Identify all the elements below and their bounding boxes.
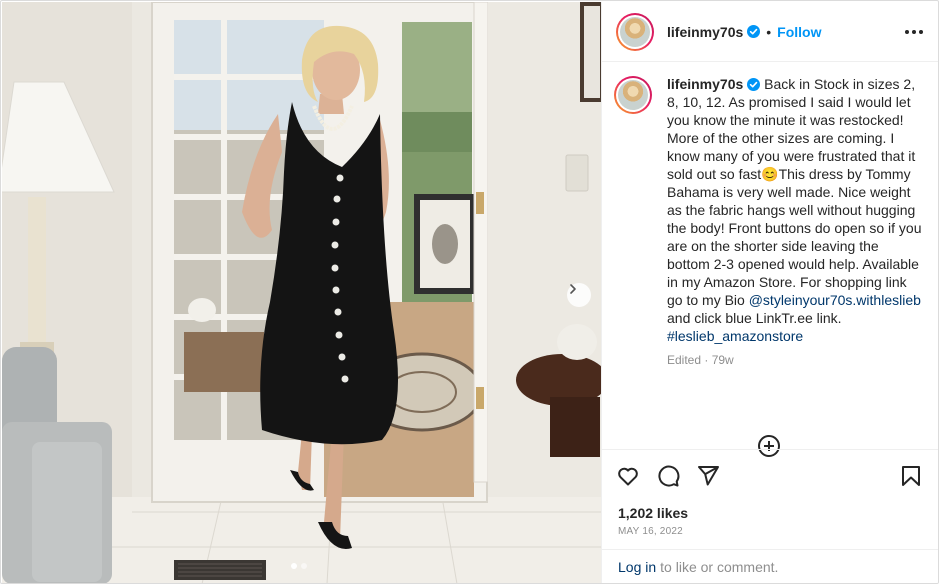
comment-button[interactable]	[656, 464, 680, 488]
likes-count[interactable]: 1,202 likes	[618, 505, 688, 521]
mention-link[interactable]: @styleinyour70s.withleslieb	[749, 292, 921, 308]
post-header: lifeinmy70s • Follow	[602, 2, 938, 62]
like-button[interactable]	[616, 464, 640, 488]
avatar[interactable]	[616, 12, 654, 51]
verified-badge-icon	[747, 25, 761, 38]
caption-avatar[interactable]	[614, 76, 652, 114]
chevron-right-icon	[570, 284, 576, 294]
share-button[interactable]	[696, 464, 720, 488]
instagram-post-embed: lifeinmy70s • Follow lifeinmy70s Back in…	[0, 0, 939, 584]
action-bar	[602, 449, 938, 501]
carousel-dot	[301, 563, 307, 569]
heart-icon	[618, 467, 638, 485]
separator: •	[766, 23, 772, 40]
verified-badge-icon	[747, 78, 761, 91]
caption-row: lifeinmy70s Back in Stock in sizes 2, 8,…	[614, 75, 923, 345]
carousel-dot	[291, 563, 297, 569]
login-prompt-text: to like or comment.	[660, 559, 779, 575]
caption-tail: and click blue LinkTr.ee link.	[667, 310, 842, 326]
login-prompt: Log in to like or comment.	[602, 549, 938, 583]
comments-area[interactable]: lifeinmy70s Back in Stock in sizes 2, 8,…	[602, 63, 938, 449]
photo-illustration	[2, 2, 601, 583]
caption-username[interactable]: lifeinmy70s	[667, 76, 743, 92]
carousel-next-button[interactable]	[567, 283, 591, 307]
avatar-image	[618, 80, 648, 110]
save-button[interactable]	[899, 464, 923, 488]
more-options-icon[interactable]	[905, 29, 923, 34]
caption-meta: Edited · 79w	[667, 353, 734, 367]
carousel-indicator	[291, 563, 307, 569]
caption-body: Back in Stock in sizes 2, 8, 10, 12. As …	[667, 76, 922, 308]
post-side-panel: lifeinmy70s • Follow lifeinmy70s Back in…	[601, 2, 938, 583]
comment-icon	[658, 465, 680, 487]
post-date[interactable]: May 16, 2022	[618, 526, 683, 537]
post-photo[interactable]	[2, 2, 601, 583]
hashtag-link[interactable]: #leslieb_amazonstore	[667, 328, 803, 344]
follow-button[interactable]: Follow	[777, 24, 821, 40]
username-link[interactable]: lifeinmy70s	[667, 24, 743, 40]
avatar-image	[620, 16, 650, 47]
paper-plane-icon	[698, 465, 719, 485]
caption-text: lifeinmy70s Back in Stock in sizes 2, 8,…	[667, 75, 923, 345]
bookmark-icon	[902, 465, 920, 486]
login-link[interactable]: Log in	[618, 559, 656, 575]
